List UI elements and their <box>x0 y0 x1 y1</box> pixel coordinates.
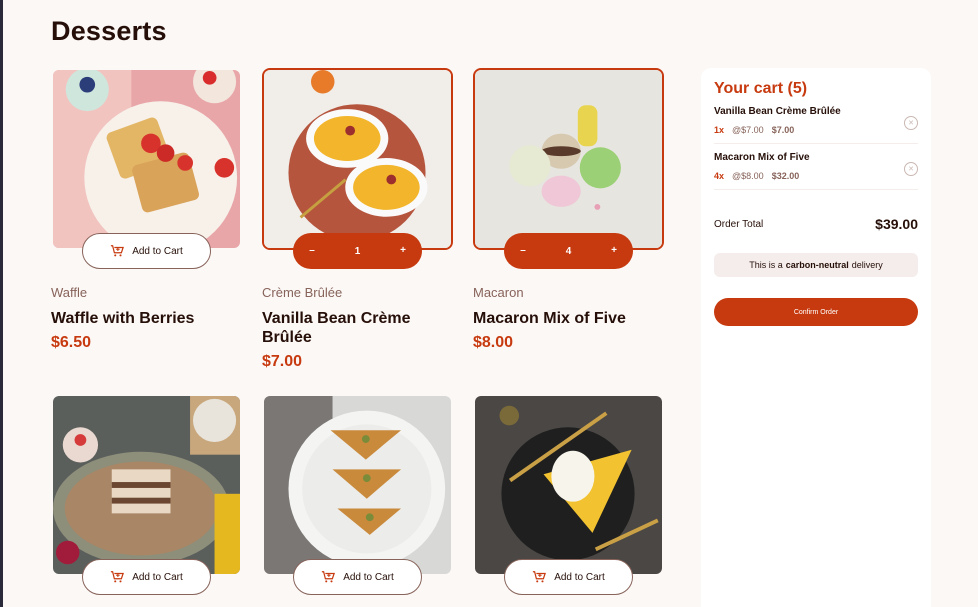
product-price: $7.00 <box>262 353 303 371</box>
add-to-cart-button[interactable]: Add to Cart <box>504 559 633 595</box>
product-card-creme-brulee: – 1 + Crème Brûlée Vanilla Bean Crème Br… <box>262 68 453 394</box>
order-total: Order Total $39.00 <box>714 216 918 232</box>
product-category: Waffle <box>51 285 88 300</box>
product-image-creme-brulee <box>262 68 453 250</box>
product-image-tiramisu <box>51 394 242 576</box>
cart-icon <box>322 571 336 583</box>
cart-panel: Your cart (5) Vanilla Bean Crème Brûlée … <box>701 68 931 607</box>
product-name: Waffle with Berries <box>51 310 195 327</box>
product-price: $8.00 <box>473 334 514 352</box>
remove-item-icon[interactable]: ✕ <box>904 162 918 176</box>
cart-item-unit-price: @$8.00 <box>732 171 764 181</box>
product-category: Macaron <box>473 285 524 300</box>
add-to-cart-label: Add to Cart <box>132 245 183 257</box>
product-card-waffle: Add to Cart Waffle Waffle with Berries $… <box>51 68 242 394</box>
product-image-baklava <box>262 394 453 576</box>
quantity-value: 1 <box>354 245 361 257</box>
cart-title: Your cart (5) <box>714 80 808 97</box>
order-total-value: $39.00 <box>875 216 918 232</box>
add-to-cart-label: Add to Cart <box>554 571 605 583</box>
carbon-neutral-notice: This is a carbon-neutral delivery <box>714 253 918 277</box>
cart-item-qty: 1x <box>714 125 725 135</box>
product-image-waffle <box>51 68 242 250</box>
carbon-bold: carbon-neutral <box>785 260 849 270</box>
quantity-value: 4 <box>565 245 572 257</box>
add-to-cart-label: Add to Cart <box>132 571 183 583</box>
cart-item-meta: 4x @$8.00 $32.00 <box>714 171 918 181</box>
carbon-prefix: This is a <box>749 260 783 270</box>
cart-item-total: $32.00 <box>771 171 800 181</box>
product-grid: Add to Cart Waffle Waffle with Berries $… <box>51 68 664 607</box>
cart-icon <box>533 571 547 583</box>
product-name: Vanilla Bean Crème Brûlée <box>262 310 411 347</box>
cart-item-name: Macaron Mix of Five <box>714 152 810 163</box>
cart-item-name: Vanilla Bean Crème Brûlée <box>714 106 841 117</box>
cart-icon <box>111 245 125 257</box>
cart-item-qty: 4x <box>714 171 725 181</box>
product-category: Crème Brûlée <box>262 285 343 300</box>
confirm-order-label: Confirm Order <box>793 308 839 316</box>
product-card-pie: Add to Cart <box>473 394 664 607</box>
remove-item-icon[interactable]: ✕ <box>904 116 918 130</box>
quantity-stepper[interactable]: – 4 + <box>504 233 633 269</box>
window-edge <box>0 0 3 607</box>
cart-item-unit-price: @$7.00 <box>732 125 764 135</box>
add-to-cart-label: Add to Cart <box>343 571 394 583</box>
decrement-button[interactable]: – <box>516 244 530 258</box>
cart-item: Macaron Mix of Five 4x @$8.00 $32.00 ✕ <box>714 144 918 190</box>
cart-item-total: $7.00 <box>771 125 795 135</box>
add-to-cart-button[interactable]: Add to Cart <box>82 559 211 595</box>
page-title: Desserts <box>51 16 167 46</box>
product-card-tiramisu: Add to Cart <box>51 394 242 607</box>
cart-item: Vanilla Bean Crème Brûlée 1x @$7.00 $7.0… <box>714 98 918 144</box>
cart-icon <box>111 571 125 583</box>
product-card-macaron: – 4 + Macaron Macaron Mix of Five $8.00 <box>473 68 664 394</box>
product-name: Macaron Mix of Five <box>473 310 626 327</box>
confirm-order-button[interactable]: Confirm Order <box>714 298 918 326</box>
cart-item-meta: 1x @$7.00 $7.00 <box>714 125 918 135</box>
product-card-baklava: Add to Cart <box>262 394 453 607</box>
product-price: $6.50 <box>51 334 92 352</box>
product-image-pie <box>473 394 664 576</box>
increment-button[interactable]: + <box>396 244 410 258</box>
decrement-button[interactable]: – <box>305 244 319 258</box>
add-to-cart-button[interactable]: Add to Cart <box>82 233 211 269</box>
carbon-suffix: delivery <box>851 260 883 270</box>
increment-button[interactable]: + <box>607 244 621 258</box>
add-to-cart-button[interactable]: Add to Cart <box>293 559 422 595</box>
quantity-stepper[interactable]: – 1 + <box>293 233 422 269</box>
product-image-macaron <box>473 68 664 250</box>
order-total-label: Order Total <box>714 218 764 230</box>
